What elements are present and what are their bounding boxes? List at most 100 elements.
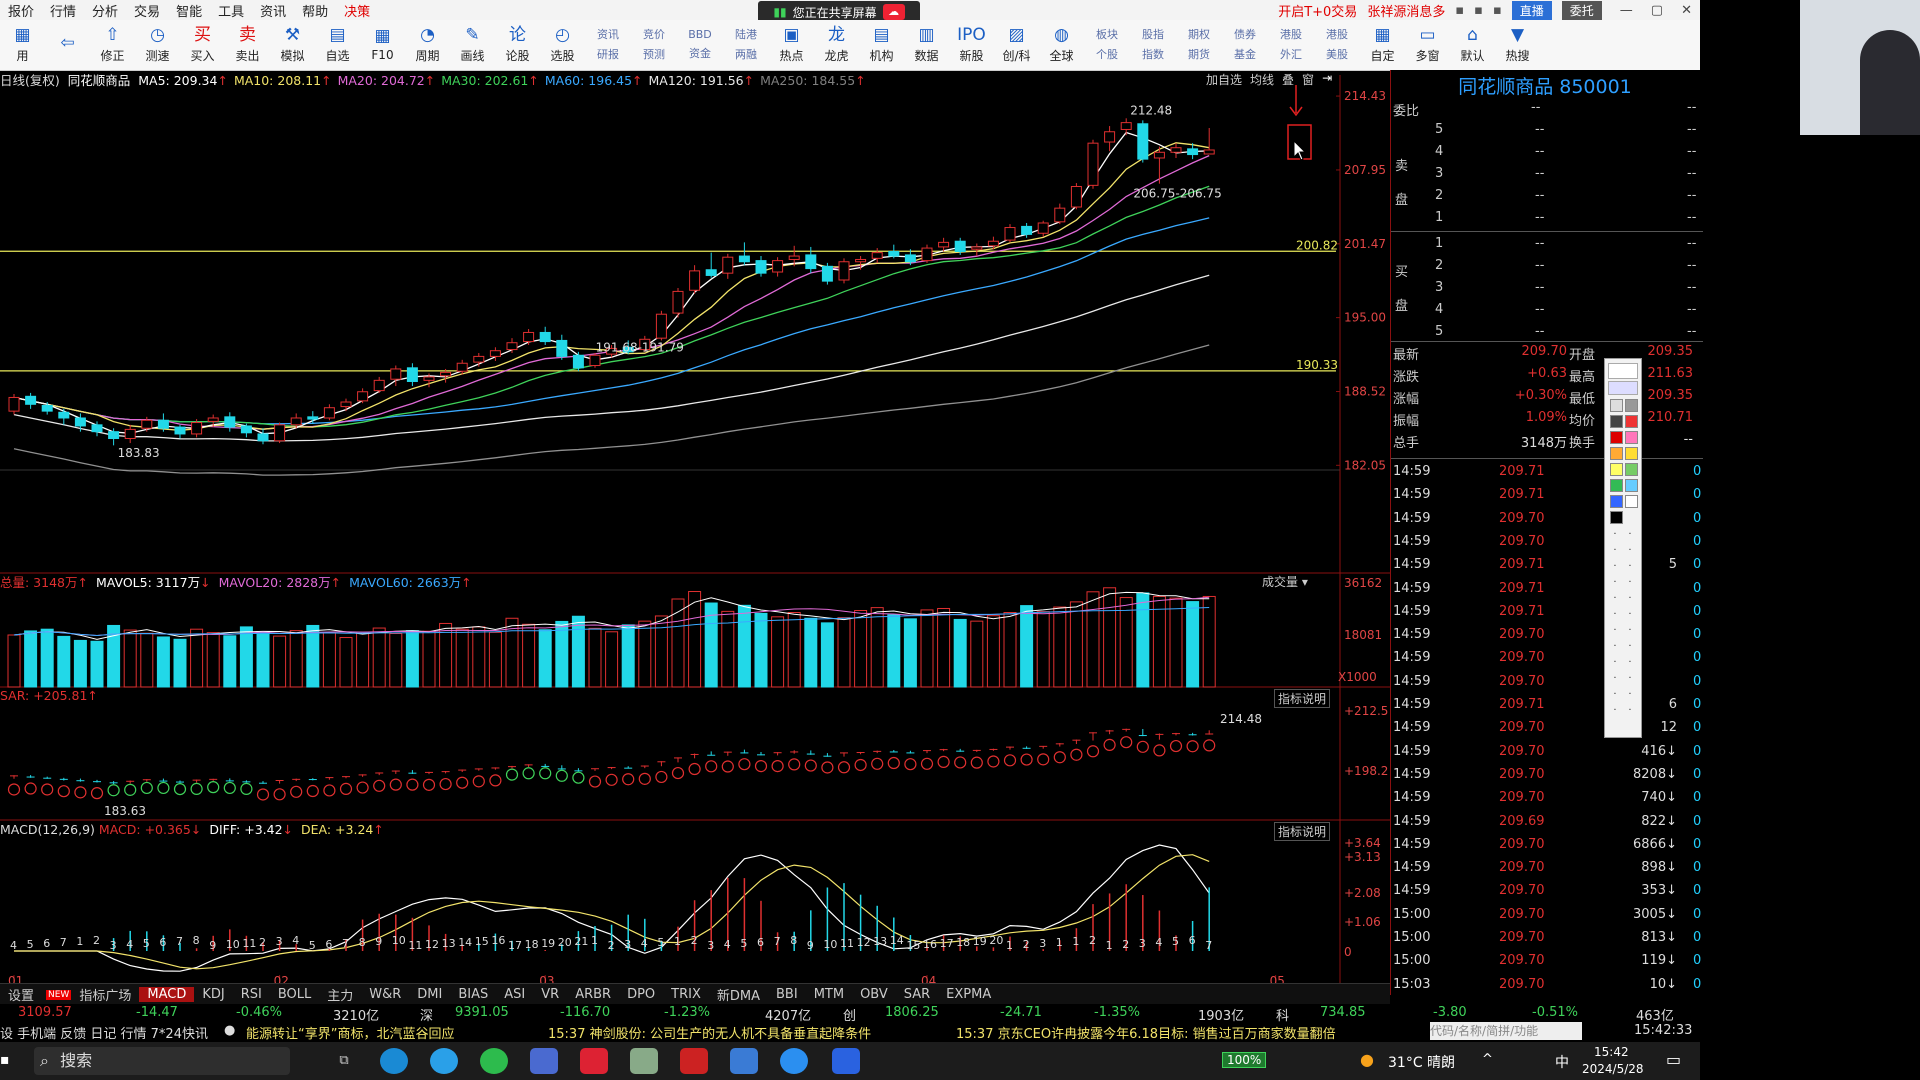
news-left-links[interactable]: 设 手机端 反馈 日记 行情 7*24快讯	[0, 1023, 208, 1042]
toolbar-link-top[interactable]: 资讯	[597, 26, 619, 42]
taskbar-search[interactable]: ⌕ 搜索	[34, 1047, 290, 1075]
promo-link-1[interactable]: 开启T+0交易	[1278, 1, 1357, 20]
toolbar-back-arrow-button[interactable]: ⇦	[45, 20, 90, 68]
toolbar-link-pair[interactable]: 港股 外汇	[1268, 20, 1314, 68]
indicator-tab[interactable]: DPO	[619, 987, 663, 1002]
live-button[interactable]: 直播	[1511, 0, 1552, 20]
candle[interactable]	[722, 253, 734, 279]
candle[interactable]	[689, 265, 701, 294]
candle[interactable]	[655, 310, 667, 341]
toolbar-draw-button[interactable]: ✎ 画线	[450, 20, 495, 68]
candle[interactable]	[705, 252, 717, 278]
candle[interactable]	[888, 244, 900, 259]
palette-color-swatch[interactable]	[1625, 463, 1638, 476]
toolbar-pick-button[interactable]: ◴ 选股	[540, 20, 585, 68]
menu-item[interactable]: 行情	[42, 1, 84, 20]
toolbar-institution-button[interactable]: ▤ 机构	[859, 20, 904, 68]
kline-chart[interactable]: 214.43 207.95 201.47 195.00 188.52 182.05 200.…	[0, 70, 1390, 992]
volume-selector[interactable]: 成交量 ▾	[1262, 573, 1308, 590]
toolbar-simulate-button[interactable]: ⚒ 模拟	[270, 20, 315, 68]
toolbar-link-bottom[interactable]: 美股	[1326, 46, 1348, 62]
indicator-tab[interactable]: 指标广场	[71, 985, 139, 1004]
candle[interactable]	[340, 398, 352, 412]
indicator-tab[interactable]: ARBR	[567, 987, 619, 1002]
indicator-tab[interactable]: TRIX	[663, 987, 709, 1002]
indicator-tab[interactable]: VR	[533, 987, 567, 1002]
candle[interactable]	[738, 242, 750, 266]
toolbar-link-top[interactable]: 期权	[1188, 26, 1210, 42]
candle[interactable]	[373, 376, 385, 393]
toolbar-link-top[interactable]: 板块	[1096, 26, 1118, 42]
selection-icon[interactable]: ·	[1609, 625, 1621, 637]
task-view-icon[interactable]: ⧉	[330, 1048, 358, 1074]
pen-icon[interactable]: ·	[1609, 529, 1621, 541]
toolbar-link-bottom[interactable]: 资金	[689, 45, 711, 61]
news-item-1[interactable]: 能源转让“享界”商标，北汽蓝谷回应	[246, 1023, 454, 1042]
text-icon[interactable]: ·	[1624, 593, 1636, 605]
indicator-tab[interactable]: OBV	[852, 987, 896, 1002]
toolbar-link-bottom[interactable]: 外汇	[1280, 46, 1302, 62]
indicator-tab[interactable]: MTM	[806, 987, 852, 1002]
toolbar-link-pair[interactable]: 板块 个股	[1084, 20, 1130, 68]
toolbar-dragon-button[interactable]: 龙龙虎	[814, 20, 859, 68]
notification-icon[interactable]: ▭	[1666, 1050, 1681, 1069]
indicator-tab[interactable]: 设置	[0, 985, 42, 1004]
undo-icon[interactable]: ·	[1609, 657, 1621, 669]
menu-item[interactable]: 交易	[126, 1, 168, 20]
toolbar-sell-button[interactable]: 卖卖出	[225, 20, 270, 68]
indicator-tab[interactable]: EXPMA	[938, 987, 999, 1002]
candle[interactable]	[1037, 220, 1049, 237]
indicator-tab[interactable]: 主力	[319, 985, 361, 1004]
meeting-icon[interactable]	[832, 1048, 860, 1074]
candle[interactable]	[589, 352, 601, 368]
candle[interactable]	[821, 262, 833, 285]
draw-palette[interactable]: · · · · · · · · · · · · · · · · · · · · · · · ·	[1604, 358, 1642, 738]
candle[interactable]	[224, 412, 236, 432]
indicator-tab[interactable]: SAR	[896, 987, 938, 1002]
save-icon[interactable]: ·	[1624, 689, 1636, 701]
menu-item[interactable]: 智能	[168, 1, 210, 20]
candle[interactable]	[1087, 139, 1099, 189]
candle[interactable]	[1104, 126, 1116, 152]
window-icon[interactable]: ·	[1609, 705, 1621, 717]
toolbar-link-top[interactable]: 陆港	[735, 26, 757, 42]
toolbar-link-bottom[interactable]: 期货	[1188, 46, 1210, 62]
candle[interactable]	[772, 257, 784, 277]
toolbar-link-pair[interactable]: 期权 期货	[1176, 20, 1222, 68]
maximize-icon[interactable]: ▢	[1651, 3, 1663, 18]
cross-icon[interactable]: ·	[1624, 609, 1636, 621]
candle[interactable]	[971, 243, 983, 257]
edge-icon[interactable]	[380, 1048, 408, 1074]
toolbar-link-bottom[interactable]: 个股	[1096, 46, 1118, 62]
candle[interactable]	[921, 244, 933, 263]
news-item-3[interactable]: 15:37 京东CEO许冉披露今年6.18目标: 销售过百万商家数量翻倍	[956, 1023, 1336, 1042]
toolbar-multiwindow-button[interactable]: ▭ 多窗	[1405, 20, 1450, 68]
candle[interactable]	[473, 352, 485, 367]
tray-arrow-icon[interactable]: ^	[1482, 1052, 1493, 1067]
candle[interactable]	[1170, 143, 1182, 158]
plus-icon[interactable]: ·	[1609, 641, 1621, 653]
candle[interactable]	[1137, 120, 1149, 163]
candle[interactable]	[8, 394, 20, 415]
toolbar-link-top[interactable]: BBD	[688, 28, 712, 41]
print-icon[interactable]: ·	[1609, 689, 1621, 701]
news-item-2[interactable]: 15:37 神剑股份: 公司生产的无人机不具备垂直起降条件	[548, 1023, 871, 1042]
toolbar-hot-button[interactable]: ▣ 热点	[769, 20, 814, 68]
close-icon[interactable]: ✕	[1681, 3, 1692, 18]
minus-icon[interactable]: ·	[1624, 641, 1636, 653]
double-arrow-icon[interactable]: ·	[1609, 593, 1621, 605]
copy-icon[interactable]: ·	[1624, 673, 1636, 685]
indicator-tab[interactable]: MACD	[139, 987, 195, 1002]
macd-help-button[interactable]: 指标说明	[1274, 822, 1331, 841]
toolbar-link-pair[interactable]: 陆港 两融	[723, 20, 769, 68]
toolbar-link-pair[interactable]: BBD 资金	[677, 20, 723, 68]
fill-ellipse-icon[interactable]: ·	[1624, 577, 1636, 589]
new-page-icon[interactable]: ·	[1609, 673, 1621, 685]
candle[interactable]	[1054, 203, 1066, 225]
palette-color-swatch[interactable]	[1610, 447, 1623, 460]
candle[interactable]	[1120, 118, 1132, 136]
pencil-icon[interactable]: ·	[1624, 529, 1636, 541]
toolbar-link-pair[interactable]: 竞价 预测	[631, 20, 677, 68]
toolbar-link-bottom[interactable]: 研报	[597, 46, 619, 62]
candle[interactable]	[1004, 224, 1016, 243]
